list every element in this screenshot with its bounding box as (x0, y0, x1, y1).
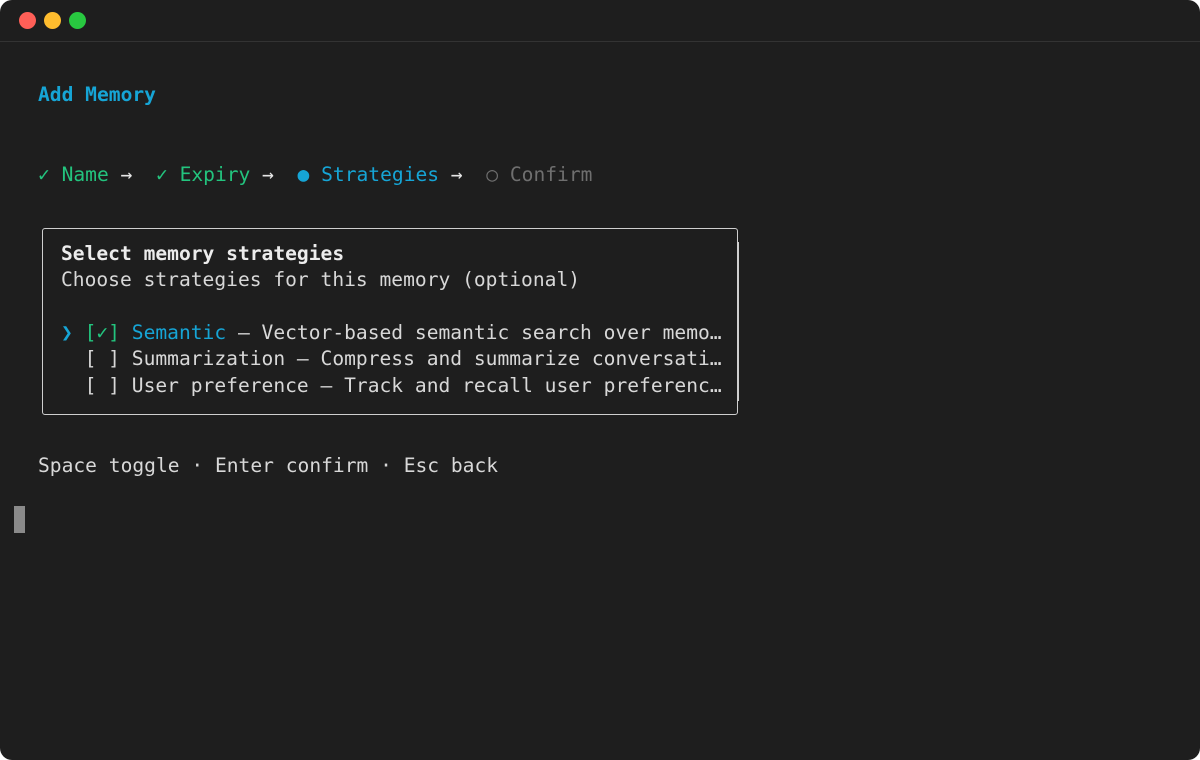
selection-pointer-icon (61, 347, 73, 370)
panel-border-left (41, 242, 43, 401)
strategy-option-semantic[interactable]: ❯ [✓] Semantic – Vector-based semantic s… (61, 320, 722, 346)
arrow-right-icon: → (120, 163, 133, 186)
filled-circle-icon: ● (297, 163, 310, 186)
selection-pointer-icon: ❯ (61, 321, 73, 344)
check-icon: ✓ (38, 163, 50, 186)
step-confirm: ○ Confirm (486, 163, 593, 186)
arrow-right-icon: → (450, 163, 463, 186)
checkbox-unchecked[interactable]: [ ] (85, 374, 120, 397)
step-strategies: ● Strategies (297, 163, 440, 186)
step-name: ✓ Name (38, 163, 109, 186)
selection-pointer-icon (61, 374, 73, 397)
step-expiry: ✓ Expiry (155, 163, 251, 186)
option-name: User preference (131, 374, 309, 397)
option-description: – Compress and summarize conversati… (285, 347, 722, 370)
option-description: – Vector-based semantic search over memo… (226, 321, 722, 344)
strategy-option-summarization[interactable]: [ ] Summarization – Compress and summari… (61, 346, 722, 372)
check-icon: ✓ (155, 163, 168, 186)
empty-circle-icon: ○ (486, 163, 499, 186)
keyboard-hints: Space toggle · Enter confirm · Esc back (38, 454, 499, 477)
minimize-window-button[interactable] (44, 12, 61, 29)
option-description: – Track and recall user preferenc… (308, 374, 722, 397)
page-title: Add Memory (38, 83, 156, 106)
panel-heading: Select memory strategies (61, 242, 345, 265)
maximize-window-button[interactable] (69, 12, 86, 29)
wizard-steps: ✓ Name → ✓ Expiry → ● Strategies → ○ Con… (38, 162, 592, 188)
terminal-cursor (14, 506, 25, 533)
arrow-right-icon: → (262, 163, 274, 186)
close-window-button[interactable] (19, 12, 36, 29)
terminal-window: Add Memory ✓ Name → ✓ Expiry → ● Strateg… (0, 0, 1200, 760)
checkbox-checked[interactable]: [✓] (85, 321, 120, 344)
strategy-option-user-preference[interactable]: [ ] User preference – Track and recall u… (61, 373, 722, 399)
option-name: Semantic (131, 321, 227, 344)
checkbox-unchecked[interactable]: [ ] (85, 347, 120, 370)
title-bar (0, 0, 1200, 42)
panel-border-right (737, 242, 739, 401)
panel-subheading: Choose strategies for this memory (optio… (61, 268, 581, 291)
option-name: Summarization (131, 347, 286, 370)
